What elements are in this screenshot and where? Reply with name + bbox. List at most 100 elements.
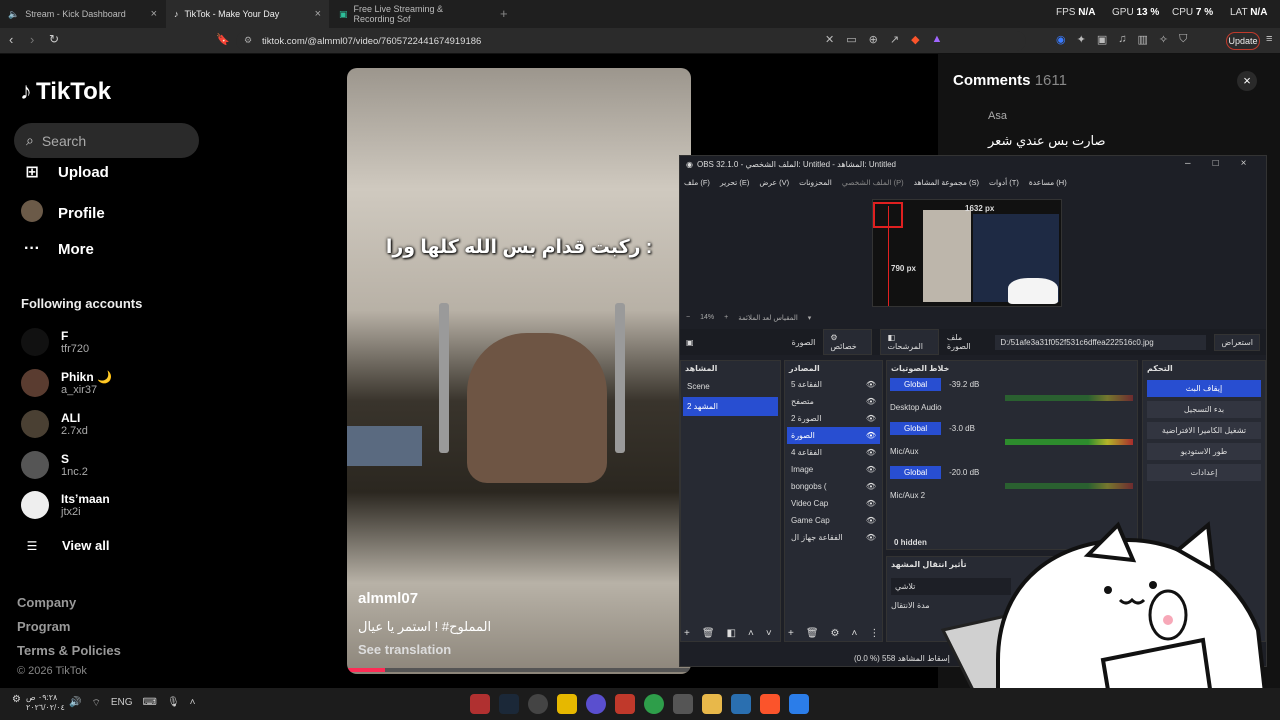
zoom-out-icon[interactable]: − [686, 314, 690, 322]
source-item[interactable]: الفقاعة جهاز ال 👁 [785, 529, 882, 546]
zoom-in-icon[interactable]: + [724, 314, 728, 322]
stop-stream-button[interactable]: إيقاف البث [1147, 380, 1261, 397]
up-icon[interactable]: ˄ [852, 628, 858, 639]
menu-tools[interactable]: أدوات (T) [989, 178, 1019, 187]
add-icon[interactable]: + [684, 628, 690, 639]
trash-icon[interactable]: 🗑 [806, 628, 819, 639]
scene-item[interactable]: Scene [681, 376, 780, 397]
menu-icon[interactable]: ≡ [1266, 33, 1272, 45]
file-explorer-icon[interactable] [702, 694, 722, 714]
source-item[interactable]: 5 الفقاعة 👁 [785, 376, 882, 393]
search-input[interactable]: ⌕ Search [14, 123, 199, 158]
settings-button[interactable]: إعدادات [1147, 464, 1261, 481]
reload-icon[interactable]: ↻ [49, 32, 59, 46]
maximize-icon[interactable]: □ [1213, 158, 1219, 169]
media-icon[interactable]: ♫ [1118, 33, 1126, 46]
app-icon[interactable] [731, 694, 751, 714]
close-icon[interactable]: × [1241, 158, 1247, 169]
source-item[interactable]: Game Cap 👁 [785, 512, 882, 529]
tab-kick[interactable]: 🔈 Stream - Kick Dashboard × [0, 0, 165, 28]
chrome-icon[interactable] [644, 694, 664, 714]
menu-view[interactable]: عرض (V) [759, 178, 789, 187]
source-item[interactable]: Video Cap 👁 [785, 495, 882, 512]
menu-edit[interactable]: تحرير (E) [720, 178, 749, 187]
virtual-camera-button[interactable]: تشغيل الكاميرا الافتراضية [1147, 422, 1261, 439]
menu-profile[interactable]: الملف الشخصي (P) [842, 178, 904, 187]
mute-icon[interactable]: ✕ [825, 33, 834, 46]
account-item[interactable]: Its’maan jtx2i [21, 491, 110, 519]
nav-more[interactable]: ··· More [20, 240, 94, 258]
eye-icon[interactable]: 👁 [866, 465, 876, 474]
close-icon[interactable]: × [1237, 71, 1257, 91]
start-recording-button[interactable]: بدء التسجيل [1147, 401, 1261, 418]
menu-file[interactable]: ملف (F) [684, 178, 710, 187]
volume-icon[interactable]: 🔊 [69, 697, 81, 710]
clock[interactable]: ٠٩:٢٨ ص ٢٠٢٦/٠٢/٠٤ [26, 693, 65, 713]
back-icon[interactable]: ‹ [9, 32, 13, 47]
minimize-icon[interactable]: – [1185, 158, 1191, 169]
up-icon[interactable]: ˄ [748, 628, 754, 639]
wifi-icon[interactable]: ⌔ [91, 697, 100, 710]
source-item[interactable]: 2 الصورة 👁 [785, 410, 882, 427]
browse-button[interactable]: استعراض [1214, 333, 1260, 351]
app-icon[interactable] [586, 694, 606, 714]
app-icon[interactable] [673, 694, 693, 714]
down-icon[interactable]: ˅ [766, 628, 772, 639]
site-info-icon[interactable]: ⚙ [244, 35, 252, 46]
chevron-up-icon[interactable]: ˄ [190, 697, 196, 710]
eye-icon[interactable]: 👁 [866, 397, 876, 406]
screen-icon[interactable]: ▭ [846, 33, 856, 46]
view-all-link[interactable]: ☰ View all [20, 538, 110, 553]
account-item[interactable]: S 1nc.2 [21, 451, 88, 479]
extension-icon-1[interactable]: ◉ [1056, 33, 1066, 46]
studio-mode-button[interactable]: طور الاستوديو [1147, 443, 1261, 460]
source-item[interactable]: bongobs (👁 [785, 478, 882, 495]
leo-icon[interactable]: ✧ [1159, 33, 1168, 46]
eye-icon[interactable]: 👁 [866, 533, 876, 542]
eye-icon[interactable]: 👁 [866, 431, 876, 440]
source-item-selected[interactable]: الصورة 👁 [787, 427, 880, 444]
app-icon[interactable] [557, 694, 577, 714]
update-button[interactable]: Update [1226, 32, 1260, 50]
video-progress[interactable] [347, 668, 691, 672]
add-icon[interactable]: + [788, 628, 794, 639]
filters-button[interactable]: ◧ المرشحات [880, 329, 939, 355]
tab-tiktok[interactable]: ♪ TikTok - Make Your Day × [166, 0, 329, 28]
gear-icon[interactable]: ⚙ [831, 628, 840, 639]
video-player[interactable]: ركبت قدام بس الله كلها ورا : almml07 الم… [347, 68, 691, 674]
sidebar-icon[interactable]: ▥ [1137, 33, 1147, 46]
trash-icon[interactable]: 🗑 [702, 628, 715, 639]
footer-terms[interactable]: Terms & Policies [17, 643, 121, 658]
more-icon[interactable]: ⋮ [869, 628, 879, 639]
extensions-icon[interactable]: ✦ [1077, 33, 1086, 46]
close-icon[interactable]: × [315, 8, 321, 20]
forward-icon[interactable]: › [30, 32, 34, 47]
keyboard-icon[interactable]: ⌨ [143, 697, 157, 710]
nav-profile[interactable]: Profile [20, 200, 105, 227]
vpn-icon[interactable]: ⛉ [1179, 33, 1187, 46]
chevron-down-icon[interactable]: ▾ [808, 314, 812, 322]
menu-help[interactable]: مساعدة (H) [1029, 178, 1067, 187]
filter-icon[interactable]: ◧ [727, 628, 736, 639]
properties-button[interactable]: ⚙ خصائص [823, 329, 873, 355]
nav-upload[interactable]: ⊞ Upload [20, 162, 109, 182]
account-item[interactable]: Ftfr720 [21, 328, 89, 356]
tiktok-logo[interactable]: ♪ TikTok [20, 78, 111, 106]
brave-shield-icon[interactable]: ◆ [911, 33, 919, 46]
video-author[interactable]: almml07 [358, 590, 418, 607]
menu-scene-collection[interactable]: مجموعة المشاهد (S) [914, 178, 979, 187]
start-icon[interactable] [789, 694, 809, 714]
brave-rewards-icon[interactable]: ▲ [932, 33, 943, 46]
network-icon[interactable]: ⚙ [12, 694, 21, 705]
account-item[interactable]: ALI 2.7xd [21, 410, 88, 438]
bookmark-icon[interactable]: 🔖 [216, 33, 230, 46]
new-tab-button[interactable]: + [500, 6, 508, 21]
obs-taskbar-icon[interactable] [528, 694, 548, 714]
account-item[interactable]: Phikn 🌙 a_xir37 [21, 369, 112, 397]
comment-user[interactable]: Asa [988, 110, 1007, 122]
footer-program[interactable]: Program [17, 619, 70, 634]
wallet-icon[interactable]: ▣ [1097, 33, 1107, 46]
source-item[interactable]: Image 👁 [785, 461, 882, 478]
mic-icon[interactable]: 🎙 [167, 697, 180, 710]
language-indicator[interactable]: ENG [111, 697, 133, 710]
